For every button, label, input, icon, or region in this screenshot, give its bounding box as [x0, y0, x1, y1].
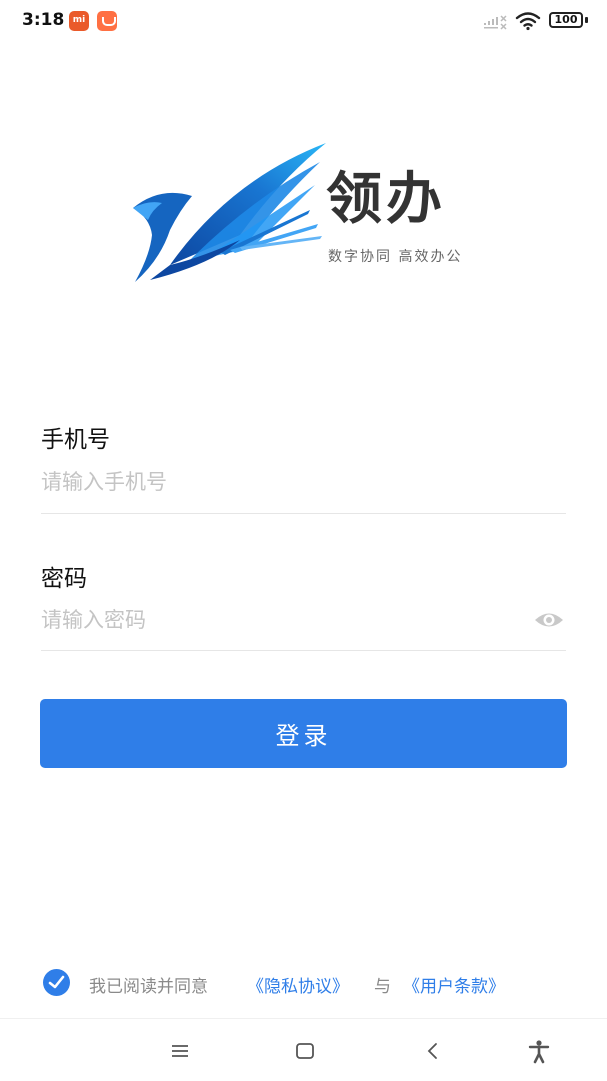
password-input[interactable]	[41, 600, 521, 640]
signal-x-icon	[484, 15, 507, 30]
mi-app-icon: mi	[69, 11, 89, 31]
home-icon[interactable]	[291, 1037, 319, 1065]
eye-icon[interactable]	[534, 608, 564, 632]
accessibility-icon[interactable]	[525, 1037, 553, 1065]
phone-label: 手机号	[41, 427, 110, 453]
back-icon[interactable]	[419, 1037, 447, 1065]
logo-slogan: 数字协同 高效办公	[328, 249, 463, 265]
battery-level: 100	[554, 13, 578, 26]
agreement-row: 我已阅读并同意 《隐私协议》 与 《用户条款》	[43, 968, 563, 998]
bird-logo-icon	[133, 143, 326, 282]
password-label: 密码	[41, 566, 87, 592]
shop-app-icon	[97, 11, 117, 31]
agreement-prefix: 我已阅读并同意	[89, 977, 208, 997]
terms-link[interactable]: 《用户条款》	[403, 972, 505, 997]
wifi-icon	[515, 12, 541, 31]
system-nav-bar	[0, 1018, 607, 1081]
password-underline	[41, 650, 566, 651]
login-button[interactable]: 登录	[40, 699, 567, 768]
logo-title: 领办	[326, 167, 446, 232]
agreement-and: 与	[374, 977, 391, 997]
privacy-link[interactable]: 《隐私协议》	[247, 972, 349, 997]
menu-icon[interactable]	[166, 1037, 194, 1065]
status-time: 3:18	[22, 10, 65, 30]
battery-icon: 100	[549, 12, 583, 28]
battery-cap	[585, 17, 588, 23]
mi-badge-label: mi	[72, 15, 86, 25]
phone-underline	[41, 513, 566, 514]
phone-input[interactable]	[41, 462, 566, 502]
check-icon	[48, 975, 65, 989]
status-bar: 3:18 mi 100	[0, 0, 607, 42]
agreement-checkbox[interactable]	[43, 969, 70, 996]
app-logo: 领办 数字协同 高效办公	[130, 140, 480, 290]
